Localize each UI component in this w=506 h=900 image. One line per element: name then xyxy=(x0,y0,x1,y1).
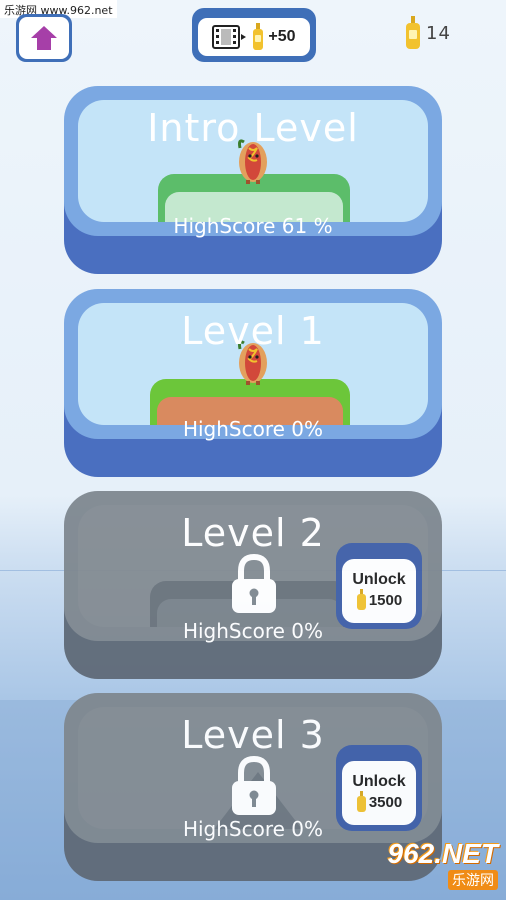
watch-ad-button[interactable]: +50 xyxy=(192,8,316,62)
watermark-sub-text: 乐游网 xyxy=(448,870,498,890)
mustard-bottle-icon xyxy=(356,589,366,610)
level-title: Level 1 xyxy=(181,309,325,353)
mustard-bottle-icon xyxy=(356,791,366,812)
level-highscore: HighScore 61 % xyxy=(173,214,333,238)
unlock-label: Unlock xyxy=(352,773,406,790)
unlock-price: 1500 xyxy=(368,591,403,609)
unlock-price: 3500 xyxy=(368,793,403,811)
mustard-bottle-icon xyxy=(253,23,264,50)
coin-count: 14 xyxy=(426,22,451,44)
level-card-2[interactable]: Level 2 HighScore 0% Unlock 1500 xyxy=(64,491,442,679)
watermark-bottom: 962.NET 乐游网 xyxy=(387,838,499,890)
unlock-button[interactable]: Unlock 1500 xyxy=(336,543,422,629)
level-card-3[interactable]: Level 3 HighScore 0% Unlock 3500 xyxy=(64,693,442,881)
padlock-icon xyxy=(232,553,276,613)
unlock-label: Unlock xyxy=(352,571,406,588)
watermark-logo-text: 962.NET xyxy=(387,838,499,869)
home-icon xyxy=(31,26,57,50)
padlock-icon xyxy=(232,755,276,815)
mustard-bottle-icon xyxy=(406,16,420,49)
level-title: Intro Level xyxy=(147,106,359,150)
unlock-button[interactable]: Unlock 3500 xyxy=(336,745,422,831)
ad-reward-label: +50 xyxy=(268,28,296,45)
home-button[interactable] xyxy=(16,14,72,62)
level-card-1[interactable]: Level 1 HighScore 0% xyxy=(64,289,442,477)
video-icon xyxy=(212,25,247,49)
level-card-intro[interactable]: Intro Level HighScore 61 % xyxy=(64,86,442,274)
coin-counter: 14 xyxy=(404,16,451,50)
level-highscore: HighScore 0% xyxy=(182,417,324,441)
